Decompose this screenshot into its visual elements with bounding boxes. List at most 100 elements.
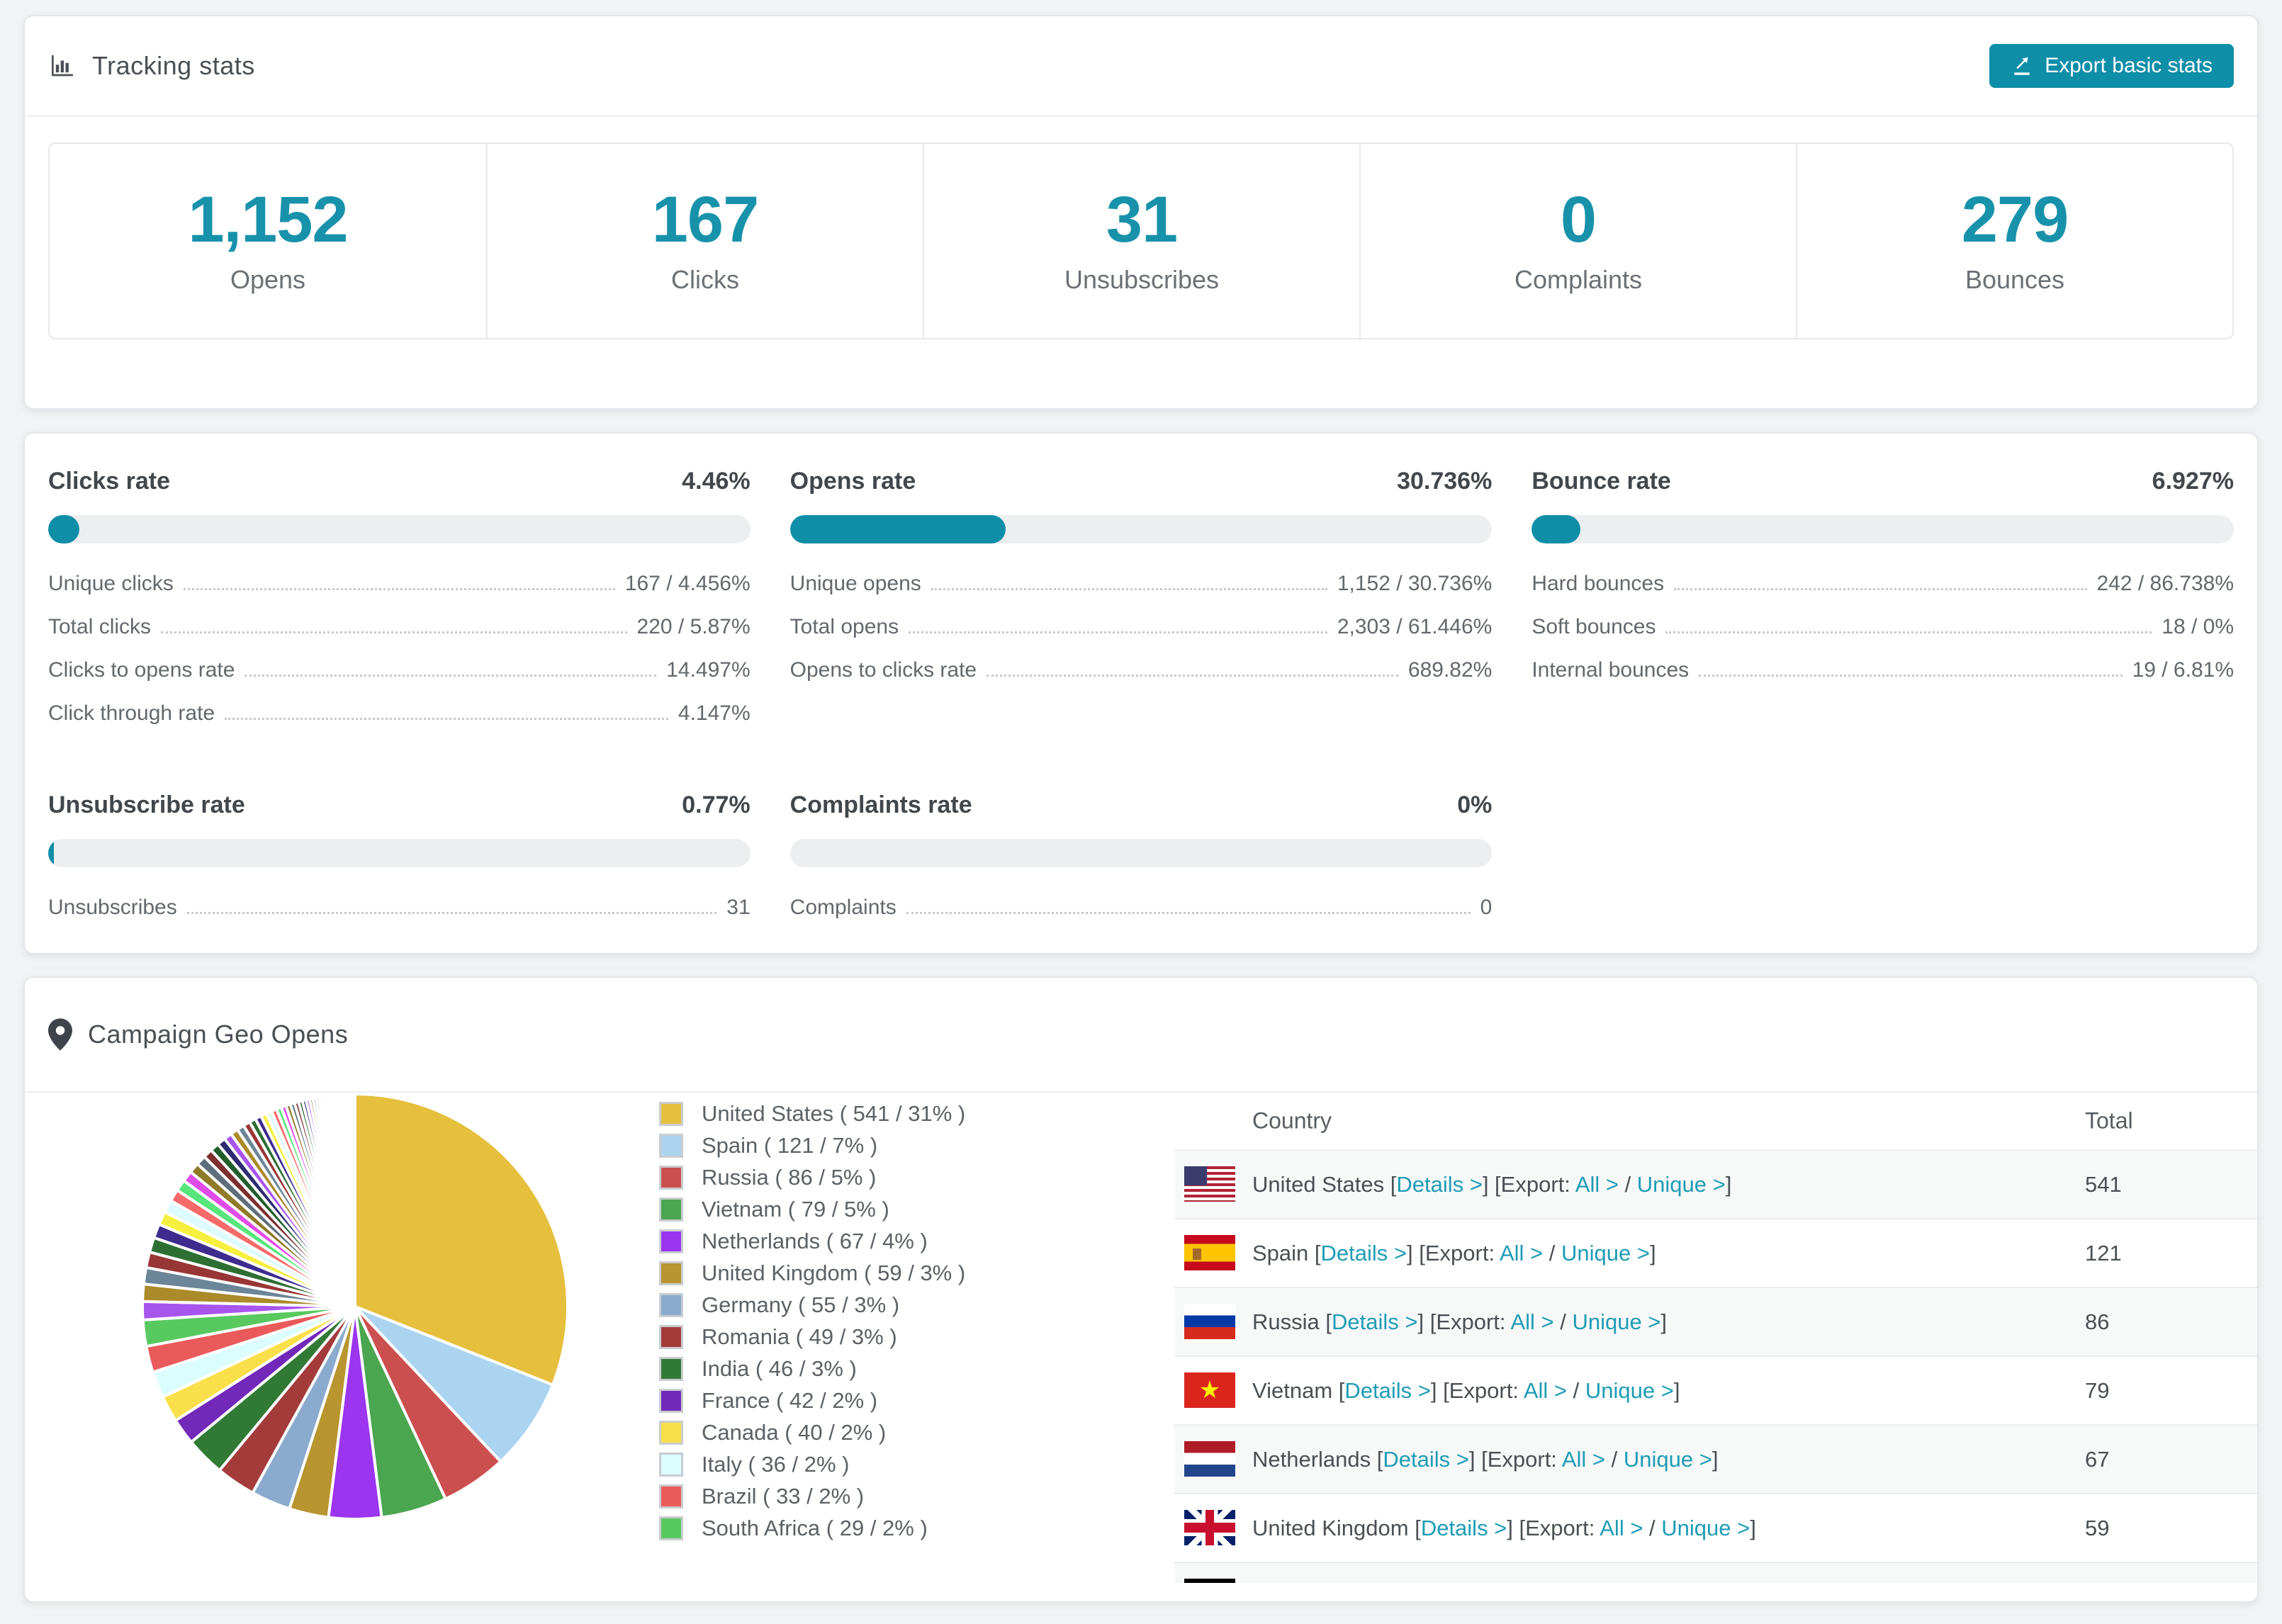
rate-title: Opens rate xyxy=(789,468,916,495)
rate-panel-bounce-rate: Bounce rate 6.927% Hard bounces 242 / 86… xyxy=(1531,468,2234,745)
rate-value: 4.46% xyxy=(682,468,751,495)
stat-label: Complaints xyxy=(1514,265,1643,294)
legend-item: United Kingdom ( 59 / 3% ) xyxy=(659,1261,965,1286)
export-unique-link[interactable]: Unique > xyxy=(1585,1378,1674,1403)
legend-label: Vietnam ( 79 / 5% ) xyxy=(702,1197,889,1222)
stat-label: Opens xyxy=(230,265,306,294)
details-link[interactable]: Details > xyxy=(1344,1378,1430,1403)
export-all-link[interactable]: All > xyxy=(1524,1378,1567,1403)
details-link[interactable]: Details > xyxy=(1321,1241,1407,1265)
geo-table-row: Russia [Details >] [Export: All > / Uniq… xyxy=(1174,1287,2257,1355)
rate-detail-value: 19 / 6.81% xyxy=(2132,658,2234,682)
geo-table-row: United States [Details >] [Export: All >… xyxy=(1174,1149,2257,1218)
map-marker-icon xyxy=(48,1018,72,1051)
stat-unsubscribes: 31 Unsubscribes xyxy=(923,144,1359,338)
rate-detail-row: Opens to clicks rate 689.82% xyxy=(790,658,1493,682)
legend-color-chip xyxy=(659,1261,683,1285)
legend-label: Russia ( 86 / 5% ) xyxy=(702,1165,877,1190)
geo-legend: United States ( 541 / 31% ) Spain ( 121 … xyxy=(659,1101,965,1547)
rate-detail-value: 1,152 / 30.736% xyxy=(1337,572,1493,595)
export-unique-link[interactable]: Unique > xyxy=(1637,1172,1726,1197)
rate-detail-label: Unsubscribes xyxy=(48,896,177,919)
details-link[interactable]: Details > xyxy=(1396,1172,1482,1197)
legend-item: France ( 42 / 2% ) xyxy=(659,1388,965,1414)
rate-detail-label: Opens to clicks rate xyxy=(789,658,977,682)
legend-item: Spain ( 121 / 7% ) xyxy=(659,1133,965,1158)
stat-bounces: 279 Bounces xyxy=(1796,144,2232,338)
rate-detail-value: 14.497% xyxy=(666,658,751,682)
rate-detail-label: Clicks to opens rate xyxy=(48,658,235,682)
rate-detail-label: Complaints xyxy=(789,896,896,919)
geo-table-row: Spain [Details >] [Export: All > / Uniqu… xyxy=(1174,1218,2257,1287)
country-name: Russia xyxy=(1252,1309,1320,1334)
rates-card: Clicks rate 4.46% Unique clicks 167 / 4.… xyxy=(23,432,2259,954)
rate-detail-value: 31 xyxy=(726,896,751,919)
star-icon: ★ xyxy=(1198,1377,1221,1404)
country-name: United Kingdom xyxy=(1252,1516,1409,1540)
column-total: Total xyxy=(2085,1107,2133,1134)
rate-detail-value: 4.147% xyxy=(678,701,751,725)
stat-opens: 1,152 Opens xyxy=(50,144,486,338)
stat-value: 1,152 xyxy=(188,184,348,256)
country-total: 55 xyxy=(2085,1563,2109,1583)
rate-detail-label: Soft bounces xyxy=(1531,615,1656,638)
dotted-leader xyxy=(987,675,1398,677)
geo-table-rows: United States [Details >] [Export: All >… xyxy=(1174,1149,2257,1583)
rate-panel-unsubscribe-rate: Unsubscribe rate 0.77% Unsubscribes 31 xyxy=(48,791,751,939)
rate-title: Bounce rate xyxy=(1531,468,1671,495)
geo-table-row: Germany [Details >] [Export: All > / Uni… xyxy=(1174,1562,2257,1583)
rate-value: 6.927% xyxy=(2152,468,2234,495)
country-total: 541 xyxy=(2085,1172,2122,1197)
legend-color-chip xyxy=(659,1421,683,1445)
legend-item: South Africa ( 29 / 2% ) xyxy=(659,1516,965,1541)
geo-title: Campaign Geo Opens xyxy=(88,1020,349,1049)
dotted-leader xyxy=(161,631,627,633)
tracking-stats-header: Tracking stats Export basic stats xyxy=(25,16,2257,117)
dotted-leader xyxy=(183,588,615,590)
country-name: Vietnam xyxy=(1252,1378,1333,1403)
rate-progress-bar xyxy=(48,515,751,543)
dotted-leader xyxy=(244,675,657,677)
legend-label: Netherlands ( 67 / 4% ) xyxy=(702,1229,928,1253)
dotted-leader xyxy=(931,588,1327,590)
flag-de-icon xyxy=(1184,1579,1235,1583)
legend-label: Romania ( 49 / 3% ) xyxy=(702,1324,897,1349)
country-name: United States xyxy=(1252,1172,1385,1197)
legend-item: Brazil ( 33 / 2% ) xyxy=(659,1484,965,1509)
details-link[interactable]: Details > xyxy=(1383,1447,1468,1472)
rate-detail-row: Total clicks 220 / 5.87% xyxy=(48,615,751,639)
geo-header: Campaign Geo Opens xyxy=(25,978,2257,1093)
geo-pie-chart xyxy=(141,1092,569,1521)
rate-progress-bar xyxy=(1531,515,2234,543)
export-all-link[interactable]: All > xyxy=(1510,1309,1553,1334)
legend-color-chip xyxy=(659,1357,683,1381)
export-unique-link[interactable]: Unique > xyxy=(1661,1516,1750,1540)
rate-detail-row: Unique clicks 167 / 4.456% xyxy=(48,572,751,596)
legend-color-chip xyxy=(659,1484,683,1509)
export-all-link[interactable]: All > xyxy=(1500,1241,1543,1265)
country-total: 121 xyxy=(2085,1241,2122,1265)
export-unique-link[interactable]: Unique > xyxy=(1624,1447,1712,1472)
legend-item: Canada ( 40 / 2% ) xyxy=(659,1420,965,1445)
rate-detail-row: Complaints 0 xyxy=(790,896,1493,920)
page-title: Tracking stats xyxy=(92,51,255,80)
export-unique-link[interactable]: Unique > xyxy=(1572,1309,1660,1334)
export-basic-stats-button[interactable]: Export basic stats xyxy=(1989,44,2234,88)
details-link[interactable]: Details > xyxy=(1421,1516,1507,1540)
export-all-link[interactable]: All > xyxy=(1575,1172,1619,1197)
details-link[interactable]: Details > xyxy=(1332,1309,1417,1334)
rate-panel-clicks-rate: Clicks rate 4.46% Unique clicks 167 / 4.… xyxy=(48,468,751,745)
legend-color-chip xyxy=(659,1293,683,1317)
legend-color-chip xyxy=(659,1325,683,1349)
export-all-link[interactable]: All > xyxy=(1562,1447,1605,1472)
rate-detail-value: 689.82% xyxy=(1407,658,1493,682)
legend-item: Russia ( 86 / 5% ) xyxy=(659,1165,965,1190)
stats-summary: 1,152 Opens 167 Clicks 31 Unsubscribes 0 Co… xyxy=(48,142,2234,339)
rates-grid: Clicks rate 4.46% Unique clicks 167 / 4.… xyxy=(25,434,2257,973)
legend-item: Germany ( 55 / 3% ) xyxy=(659,1292,965,1318)
rate-title: Unsubscribe rate xyxy=(48,791,245,818)
export-unique-link[interactable]: Unique > xyxy=(1561,1241,1650,1265)
export-all-link[interactable]: All > xyxy=(1600,1516,1643,1540)
rate-detail-value: 0 xyxy=(1480,896,1493,919)
dotted-leader xyxy=(186,912,717,914)
